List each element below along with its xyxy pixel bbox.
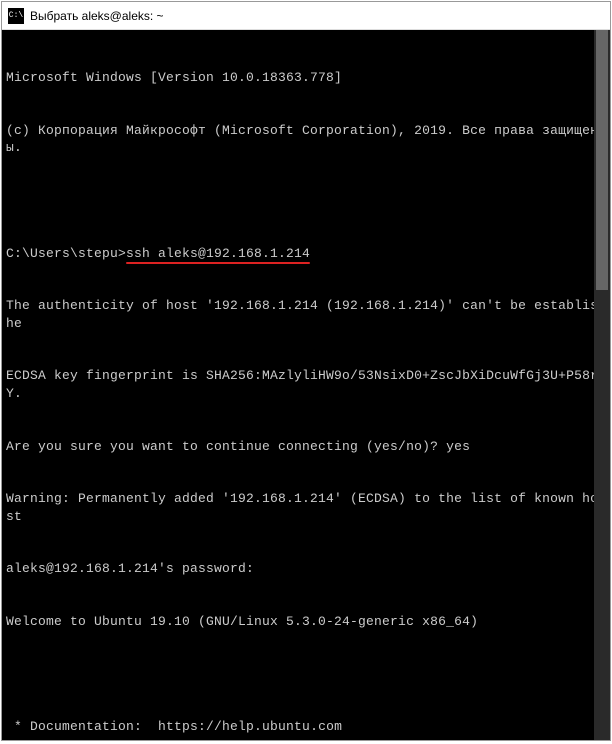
ssh-command: ssh aleks@192.168.1.214 bbox=[126, 246, 310, 261]
window-title: Выбрать aleks@aleks: ~ bbox=[30, 9, 164, 23]
line bbox=[6, 192, 604, 210]
line: Are you sure you want to continue connec… bbox=[6, 438, 604, 456]
scrollbar-thumb[interactable] bbox=[596, 30, 608, 290]
line: Warning: Permanently added '192.168.1.21… bbox=[6, 490, 604, 525]
cmd-icon: C:\ bbox=[8, 8, 24, 24]
line: (c) Корпорация Майкрософт (Microsoft Cor… bbox=[6, 122, 604, 157]
line bbox=[6, 666, 604, 684]
line: Welcome to Ubuntu 19.10 (GNU/Linux 5.3.0… bbox=[6, 613, 604, 631]
annotation-underline bbox=[126, 262, 310, 264]
line: Microsoft Windows [Version 10.0.18363.77… bbox=[6, 69, 604, 87]
win-prompt: C:\Users\stepu> bbox=[6, 246, 126, 261]
line: * Documentation: https://help.ubuntu.com bbox=[6, 718, 604, 736]
line: The authenticity of host '192.168.1.214 … bbox=[6, 297, 604, 332]
line: ECDSA key fingerprint is SHA256:MAzlyliH… bbox=[6, 367, 604, 402]
titlebar[interactable]: C:\ Выбрать aleks@aleks: ~ bbox=[2, 2, 610, 30]
line: C:\Users\stepu>ssh aleks@192.168.1.214 bbox=[6, 245, 604, 263]
scrollbar[interactable] bbox=[594, 30, 610, 740]
terminal-window: C:\ Выбрать aleks@aleks: ~ Microsoft Win… bbox=[1, 1, 611, 741]
terminal-viewport[interactable]: Microsoft Windows [Version 10.0.18363.77… bbox=[2, 30, 610, 740]
line: aleks@192.168.1.214's password: bbox=[6, 560, 604, 578]
